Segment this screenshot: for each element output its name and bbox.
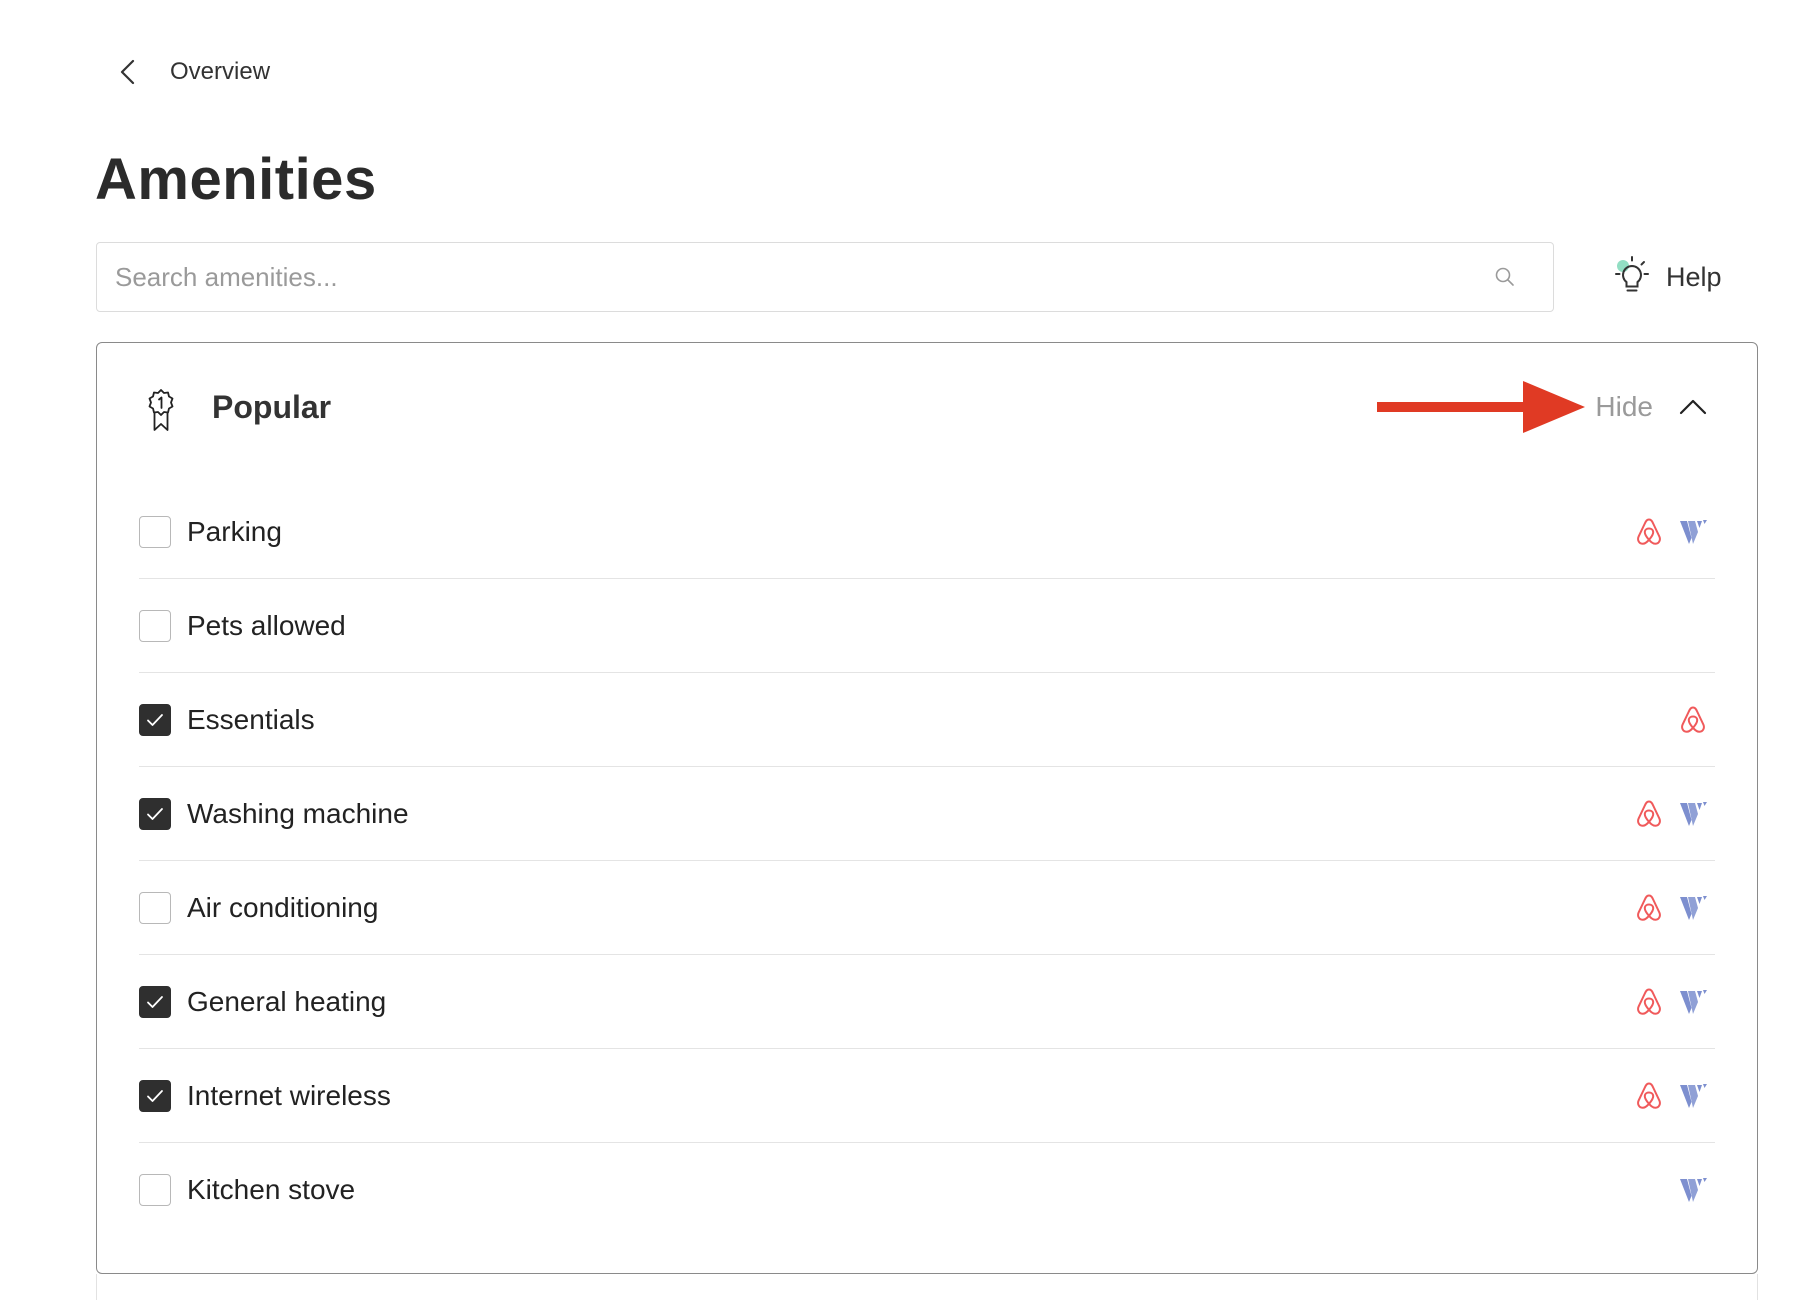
channel-badges xyxy=(1627,1143,1715,1237)
vrbo-badge-slot xyxy=(1671,985,1715,1019)
vrbo-icon xyxy=(1680,1178,1707,1202)
checkmark-icon xyxy=(147,807,163,820)
amenity-checkbox[interactable] xyxy=(139,1079,171,1112)
airbnb-icon xyxy=(1637,799,1661,827)
section-header: Popular Hide xyxy=(97,343,1757,471)
amenity-checkbox[interactable] xyxy=(139,515,171,548)
airbnb-badge-slot xyxy=(1627,891,1671,925)
airbnb-icon xyxy=(1637,893,1661,921)
vrbo-badge-slot xyxy=(1671,703,1715,737)
airbnb-icon xyxy=(1637,517,1661,545)
airbnb-icon xyxy=(1637,1081,1661,1109)
airbnb-icon xyxy=(1681,705,1705,733)
section-title: Popular xyxy=(212,389,332,425)
amenity-row[interactable]: General heating xyxy=(139,955,1715,1049)
amenities-section-panel: Popular Hide Parking Pets allowed Essentia… xyxy=(96,342,1758,1274)
amenity-checkbox[interactable] xyxy=(139,797,171,830)
vrbo-badge-slot xyxy=(1671,609,1715,643)
channel-badges xyxy=(1627,579,1715,672)
vrbo-badge-slot xyxy=(1671,1079,1715,1113)
amenity-checkbox[interactable] xyxy=(139,703,171,736)
airbnb-badge-slot xyxy=(1627,985,1671,1019)
amenity-checkbox[interactable] xyxy=(139,891,171,924)
vrbo-badge-slot xyxy=(1671,515,1715,549)
back-link[interactable]: Overview xyxy=(118,52,270,92)
amenity-row[interactable]: Washing machine xyxy=(139,767,1715,861)
amenity-label: Washing machine xyxy=(187,797,409,829)
amenity-row[interactable]: Kitchen stove xyxy=(139,1143,1715,1237)
amenity-row[interactable]: Parking xyxy=(139,485,1715,579)
checkmark-icon xyxy=(147,995,163,1008)
checkmark-icon xyxy=(147,1089,163,1102)
amenity-row[interactable]: Essentials xyxy=(139,673,1715,767)
next-section-edge xyxy=(96,1274,1758,1300)
airbnb-icon xyxy=(1637,987,1661,1015)
hide-section-toggle[interactable]: Hide xyxy=(1595,383,1707,431)
annotation-arrow xyxy=(1377,381,1585,433)
page-title: Amenities xyxy=(95,147,377,212)
amenity-label: General heating xyxy=(187,985,387,1017)
chevron-left-icon xyxy=(120,59,135,85)
search-box xyxy=(96,242,1554,312)
airbnb-badge-slot xyxy=(1627,797,1671,831)
airbnb-badge-slot xyxy=(1627,515,1671,549)
vrbo-icon xyxy=(1680,1083,1707,1108)
amenity-label: Air conditioning xyxy=(187,891,379,923)
amenity-row[interactable]: Pets allowed xyxy=(139,579,1715,673)
back-link-label: Overview xyxy=(170,58,271,85)
checkmark-icon xyxy=(147,713,163,726)
amenity-checkbox[interactable] xyxy=(139,1174,171,1206)
vrbo-icon xyxy=(1680,801,1707,826)
lightbulb-icon xyxy=(1615,256,1649,292)
vrbo-icon xyxy=(1680,519,1707,544)
airbnb-badge-slot xyxy=(1627,609,1671,643)
vrbo-badge-slot xyxy=(1671,891,1715,925)
amenity-checkbox[interactable] xyxy=(139,985,171,1018)
hide-label: Hide xyxy=(1595,391,1653,422)
chevron-up-icon xyxy=(1679,399,1707,415)
channel-badges xyxy=(1627,955,1715,1048)
amenity-label: Internet wireless xyxy=(187,1079,391,1111)
amenity-label: Kitchen stove xyxy=(187,1174,356,1205)
vrbo-badge-slot xyxy=(1671,1173,1715,1207)
search-icon[interactable] xyxy=(1493,265,1517,289)
help-button[interactable]: Help xyxy=(1608,252,1722,302)
channel-badges xyxy=(1627,673,1715,766)
airbnb-badge-slot xyxy=(1627,1173,1671,1207)
channel-badges xyxy=(1627,861,1715,954)
channel-badges xyxy=(1627,1049,1715,1142)
amenity-row[interactable]: Air conditioning xyxy=(139,861,1715,955)
channel-badges xyxy=(1627,767,1715,860)
amenity-checkbox[interactable] xyxy=(139,609,171,642)
vrbo-icon xyxy=(1680,895,1707,920)
search-input[interactable] xyxy=(97,242,1493,312)
amenity-label: Essentials xyxy=(187,703,315,735)
ribbon-award-icon xyxy=(148,389,174,431)
amenity-list: Parking Pets allowed Essentials Washing mac… xyxy=(139,485,1715,1237)
help-label: Help xyxy=(1666,261,1722,292)
airbnb-badge-slot xyxy=(1627,1079,1671,1113)
channel-badges xyxy=(1627,485,1715,578)
vrbo-badge-slot xyxy=(1671,797,1715,831)
amenity-row[interactable]: Internet wireless xyxy=(139,1049,1715,1143)
vrbo-icon xyxy=(1680,989,1707,1014)
airbnb-badge-slot xyxy=(1627,703,1671,737)
amenity-label: Parking xyxy=(187,515,282,547)
amenity-label: Pets allowed xyxy=(187,609,346,641)
